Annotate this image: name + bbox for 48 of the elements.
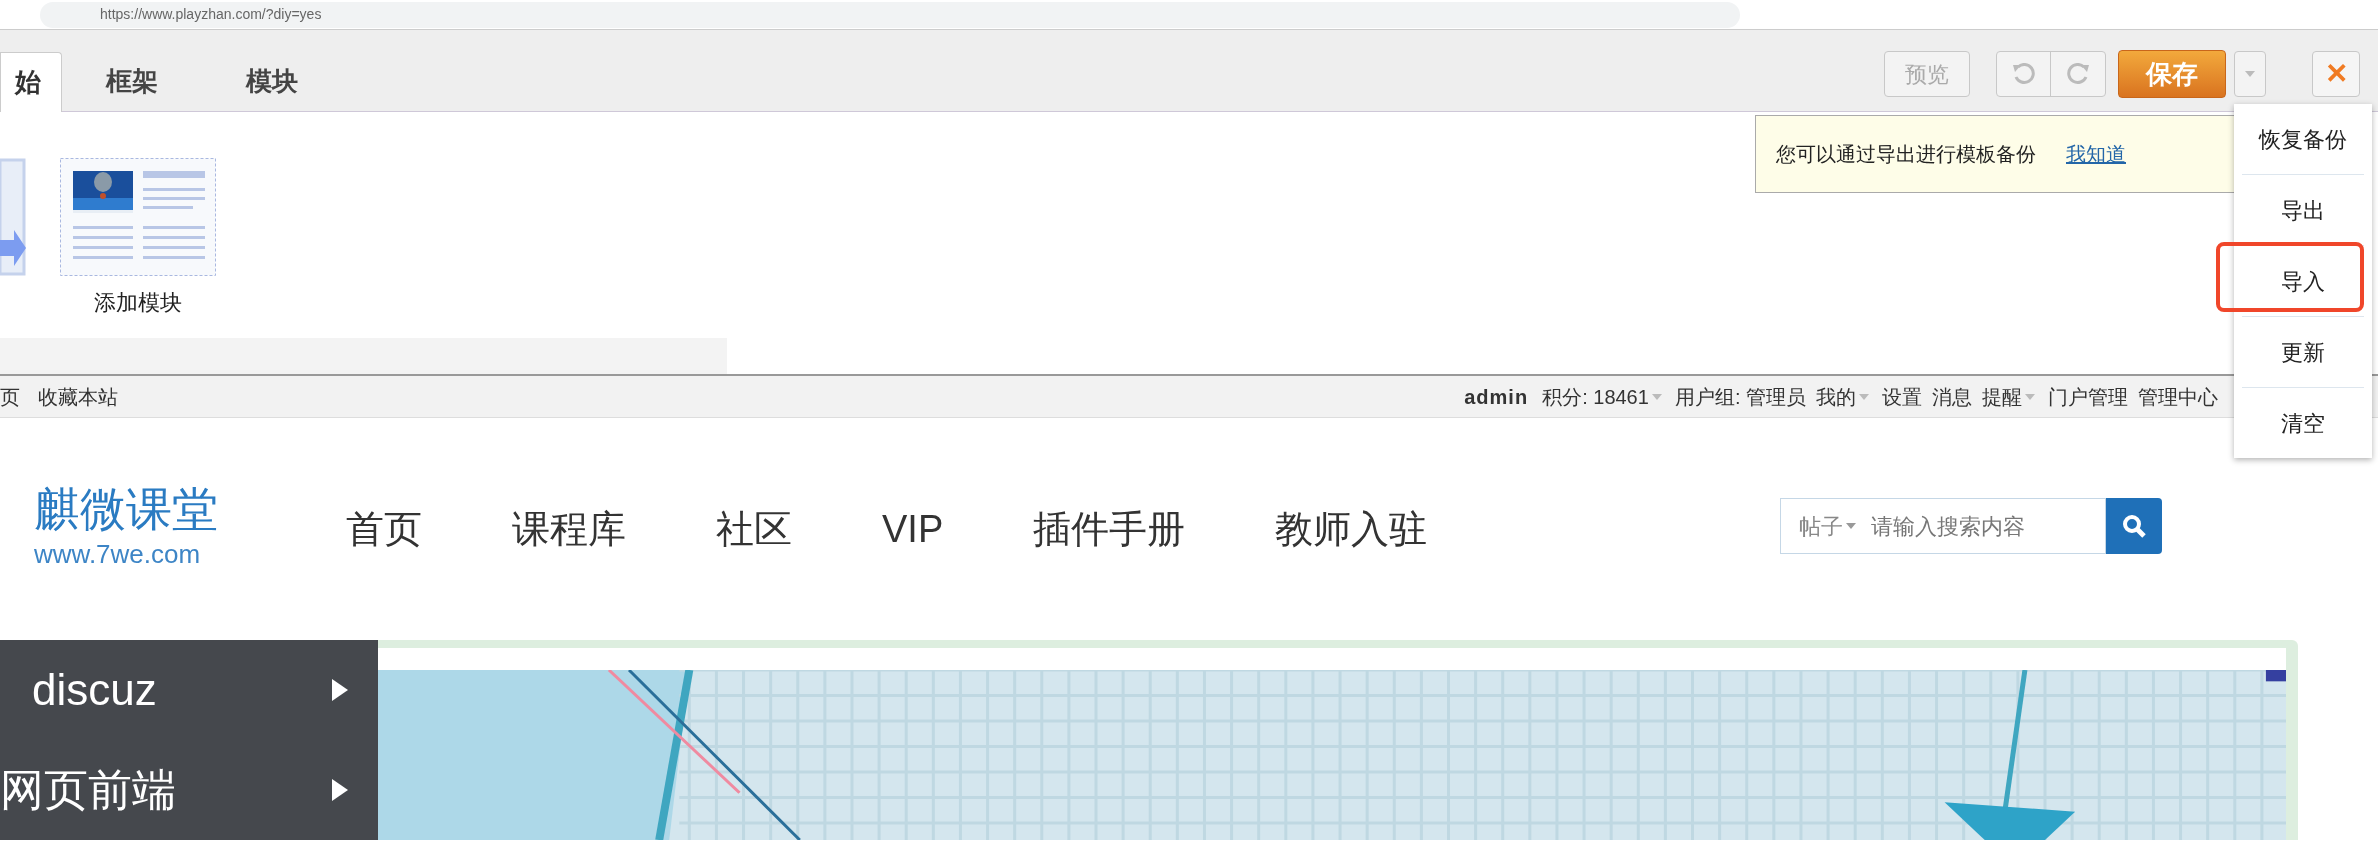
caret-icon [1846, 523, 1856, 529]
diy-tab[interactable]: 始 [0, 52, 62, 112]
topbar-link[interactable]: 门户管理 [2048, 381, 2128, 412]
menu-item[interactable]: 恢复备份 [2242, 104, 2364, 174]
menu-item[interactable]: 更新 [2242, 317, 2364, 387]
topbar-link[interactable]: 我的 [1816, 381, 1856, 412]
frame-icon [0, 158, 26, 276]
tip-text: 您可以通过导出进行模板备份 [1776, 142, 2036, 167]
module-label: 添加模块 [94, 289, 182, 317]
module-icon [60, 158, 216, 276]
tip-link[interactable]: 我知道 [2066, 139, 2126, 169]
caret-icon [2025, 393, 2035, 400]
nav-link[interactable]: 首页 [346, 500, 422, 558]
topbar-link[interactable]: 用户组: 管理员 [1674, 381, 1806, 412]
search-input[interactable]: 请输入搜索内容 [1871, 509, 2071, 543]
address-bar[interactable]: https://www.playzhan.com/?diy=yes [40, 1, 1740, 28]
topbar-link[interactable]: 管理中心 [2138, 381, 2218, 412]
search-icon [2121, 513, 2147, 539]
nav-link[interactable]: 课程库 [512, 500, 626, 558]
topbar-link[interactable]: 提醒 [1982, 381, 2022, 412]
nav-link[interactable]: VIP [882, 500, 944, 558]
caret-icon [1651, 393, 1662, 400]
topbar-link[interactable]: 收藏本站 [38, 381, 118, 412]
nav-link[interactable]: 社区 [716, 500, 792, 558]
menu-item[interactable]: 清空 [2242, 388, 2364, 458]
menu-item[interactable]: 导出 [2242, 175, 2364, 245]
dropdown-button[interactable] [2234, 51, 2266, 97]
topbar-link[interactable]: 页 [0, 381, 20, 412]
category-item[interactable]: 网页前端 [0, 740, 378, 840]
caret-icon [2245, 71, 2255, 77]
username-link[interactable]: admin [1464, 381, 1529, 412]
caret-icon [1859, 393, 1869, 400]
diy-tab[interactable]: 框架 [62, 51, 202, 111]
diy-tab[interactable]: 模块 [202, 51, 342, 111]
search-scope[interactable]: 帖子 [1799, 509, 1859, 543]
topbar-link[interactable]: 设置 [1882, 381, 1922, 412]
arrow-right-icon [332, 779, 348, 801]
topbar-link[interactable]: 积分: 18461 [1542, 381, 1649, 412]
topbar-link[interactable]: 消息 [1932, 381, 1972, 412]
arrow-right-icon [332, 679, 348, 701]
search-button[interactable] [2106, 498, 2162, 554]
menu-item[interactable]: 导入 [2242, 246, 2364, 316]
logo-title: 麒微课堂 [34, 484, 218, 535]
search-field[interactable]: 帖子 请输入搜索内容 [1780, 498, 2106, 554]
logo-url: www.7we.com [34, 537, 202, 571]
nav-link[interactable]: 教师入驻 [1275, 500, 1428, 558]
category-item[interactable]: discuz [0, 640, 378, 740]
nav-link[interactable]: 插件手册 [1033, 500, 1186, 558]
